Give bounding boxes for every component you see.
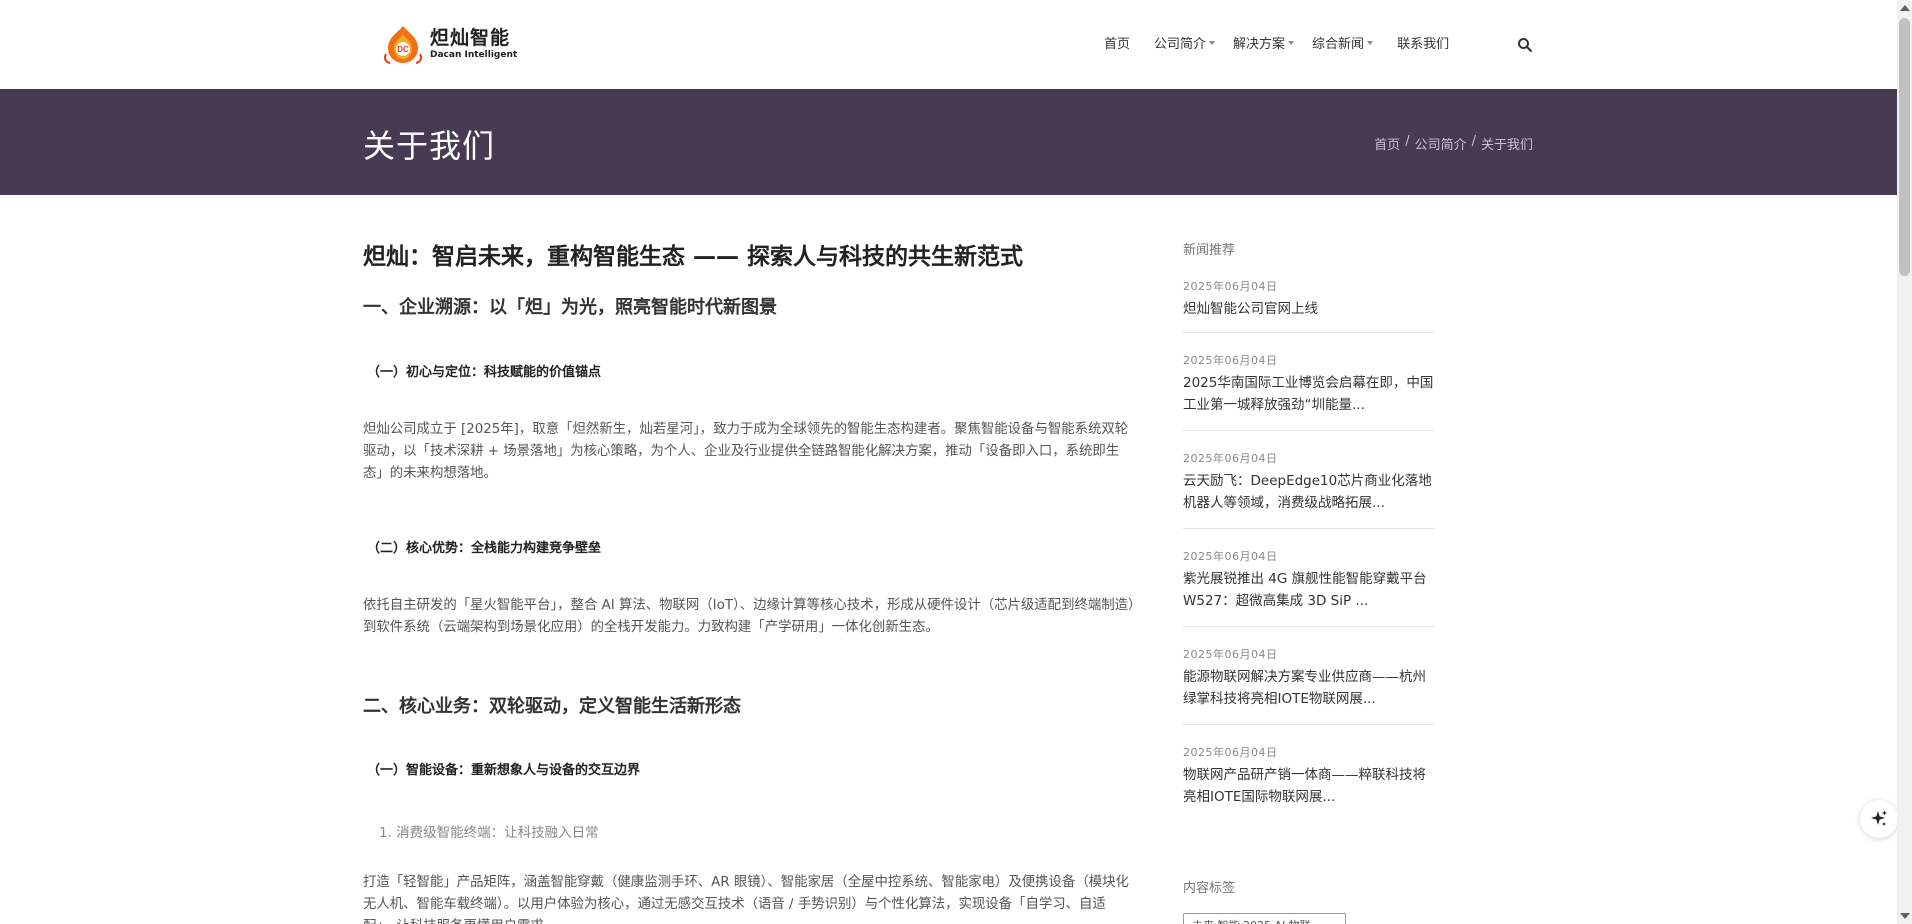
scroll-thumb[interactable]: [1899, 18, 1910, 276]
nav-item-label: 解决方案: [1233, 37, 1286, 52]
news-item[interactable]: 2025年06月04日 炟灿智能公司官网上线: [1183, 278, 1435, 333]
page-scrollbar[interactable]: [1897, 0, 1912, 924]
scroll-up-arrow-icon[interactable]: [1900, 5, 1910, 11]
nav-item-news[interactable]: 综合新闻: [1312, 33, 1374, 52]
nav-item-company[interactable]: 公司简介: [1154, 33, 1216, 52]
news-date: 2025年06月04日: [1183, 280, 1278, 293]
news-title: 物联网产品研产销一体商——粹联科技将亮相IOTE国际物联网展...: [1183, 767, 1426, 805]
news-title: 2025华南国际工业博览会启幕在即，中国工业第一城释放强劲“圳能量...: [1183, 375, 1434, 413]
site-logo[interactable]: DC 炟灿智能 Dacan Intelligent: [382, 24, 517, 64]
nav-item-contact[interactable]: 联系我们: [1397, 33, 1449, 52]
subsection-heading: （二）核心优势：全栈能力构建竞争壁垒: [367, 541, 602, 556]
article-title: 炟灿：智启未来，重构智能生态 —— 探索人与科技的共生新范式: [363, 244, 1024, 270]
nav-item-label: 联系我们: [1397, 37, 1450, 52]
news-date: 2025年06月04日: [1183, 746, 1278, 759]
logo-text: 炟灿智能 Dacan Intelligent: [430, 26, 518, 60]
article-paragraph: 打造「轻智能」产品矩阵，涵盖智能穿戴（健康监测手环、AR 眼镜）、智能家居（全屋…: [363, 875, 1129, 924]
logo-name-cn: 炟灿智能: [430, 26, 511, 49]
page-title: 关于我们: [363, 127, 496, 165]
nav-item-home[interactable]: 首页: [1104, 33, 1130, 52]
article-paragraph: 依托自主研发的「星火智能平台」，整合 AI 算法、物联网（IoT）、边缘计算等核…: [363, 598, 1135, 635]
main-nav: 首页 公司简介 解决方案 综合新闻 联系我们: [1104, 33, 1473, 52]
news-date: 2025年06月04日: [1183, 648, 1278, 661]
chevron-down-icon: [1209, 40, 1216, 45]
logo-flame-icon: DC: [384, 26, 422, 64]
section-heading: 二、核心业务：双轮驱动，定义智能生活新形态: [363, 696, 741, 717]
news-title: 紫光展锐推出 4G 旗舰性能智能穿戴平台 W527：超微高集成 3D SiP .…: [1183, 571, 1427, 609]
news-date: 2025年06月04日: [1183, 452, 1278, 465]
news-title: 炟灿智能公司官网上线: [1183, 301, 1318, 317]
news-title: 云天励飞：DeepEdge10芯片商业化落地机器人等领域，消费级战略拓展...: [1183, 473, 1432, 511]
nav-item-label: 首页: [1104, 37, 1131, 52]
nav-item-solutions[interactable]: 解决方案: [1233, 33, 1295, 52]
news-date: 2025年06月04日: [1183, 550, 1278, 563]
breadcrumb-home[interactable]: 首页: [1374, 134, 1400, 153]
news-item[interactable]: 2025年06月04日 2025华南国际工业博览会启幕在即，中国工业第一城释放强…: [1183, 352, 1435, 431]
site-header: DC 炟灿智能 Dacan Intelligent 首页 公司简介 解决方案 综…: [0, 0, 1897, 89]
ai-assistant-button[interactable]: [1860, 800, 1898, 838]
chevron-down-icon: [1288, 40, 1295, 45]
section-heading: 一、企业溯源：以「炟」为光，照亮智能时代新图景: [363, 297, 777, 318]
tags-heading: 内容标签: [1183, 881, 1236, 896]
nav-item-label: 公司简介: [1154, 37, 1207, 52]
nav-item-label: 综合新闻: [1312, 37, 1365, 52]
tag-item[interactable]: 未来 智能 2025 AI 物联...: [1183, 913, 1346, 924]
logo-name-en: Dacan Intelligent: [430, 49, 518, 60]
breadcrumb-separator: /: [1405, 134, 1410, 149]
page-banner: 关于我们 首页 / 公司简介 / 关于我们: [0, 89, 1897, 195]
search-icon[interactable]: [1517, 37, 1533, 53]
news-item[interactable]: 2025年06月04日 能源物联网解决方案专业供应商——杭州绿掌科技将亮相IOT…: [1183, 646, 1435, 725]
sparkle-icon: [1871, 810, 1887, 826]
svg-text:DC: DC: [397, 45, 409, 54]
news-heading: 新闻推荐: [1183, 243, 1236, 258]
news-title: 能源物联网解决方案专业供应商——杭州绿掌科技将亮相IOTE物联网展...: [1183, 669, 1426, 707]
breadcrumb-separator: /: [1471, 134, 1476, 149]
breadcrumb: 首页 / 公司简介 / 关于我们: [1374, 134, 1533, 153]
news-item[interactable]: 2025年06月04日 云天励飞：DeepEdge10芯片商业化落地机器人等领域…: [1183, 450, 1435, 529]
news-date: 2025年06月04日: [1183, 354, 1278, 367]
scroll-down-arrow-icon[interactable]: [1900, 913, 1910, 919]
breadcrumb-company[interactable]: 公司简介: [1415, 134, 1467, 153]
news-item[interactable]: 2025年06月04日 紫光展锐推出 4G 旗舰性能智能穿戴平台 W527：超微…: [1183, 548, 1435, 627]
article-paragraph: 炟灿公司成立于 [2025年]，取意「炟然新生，灿若星河」，致力于成为全球领先的…: [363, 422, 1129, 481]
subsection-heading: （一）初心与定位：科技赋能的价值锚点: [367, 365, 602, 380]
subsection-heading: （一）智能设备：重新想象人与设备的交互边界: [367, 763, 641, 778]
list-item: 1. 消费级智能终端：让科技融入日常: [379, 825, 599, 841]
news-item[interactable]: 2025年06月04日 物联网产品研产销一体商——粹联科技将亮相IOTE国际物联…: [1183, 744, 1435, 823]
breadcrumb-current: 关于我们: [1480, 138, 1533, 153]
chevron-down-icon: [1367, 40, 1374, 45]
